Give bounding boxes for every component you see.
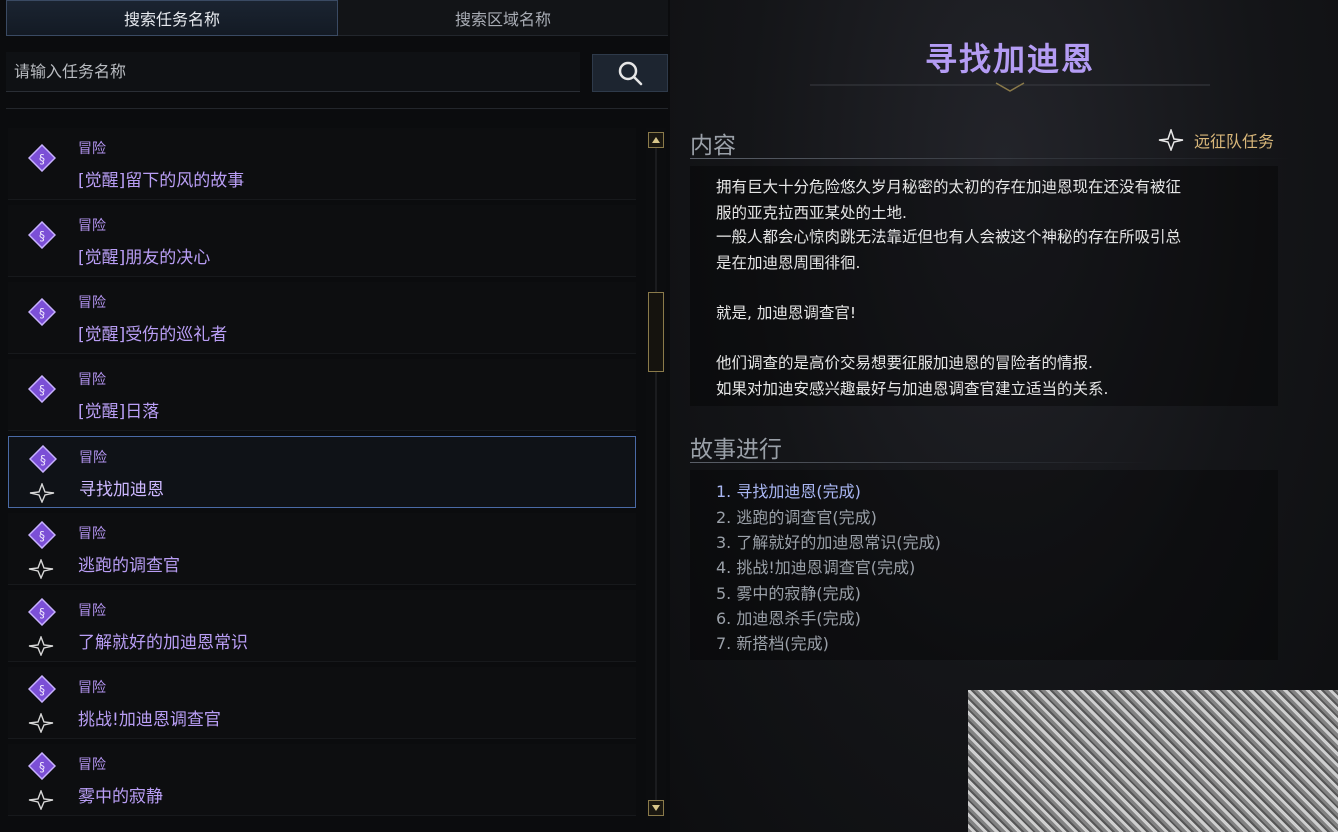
quest-name: [觉醒]日落 [78,402,160,422]
watermark-noise [968,690,1338,832]
quest-badge-icon: § [28,521,56,549]
quest-name: 寻找加迪恩 [79,480,164,500]
quest-name: [觉醒]留下的风的故事 [78,171,245,191]
quest-title: 寻找加迪恩 [924,40,1095,78]
story-step: 5. 雾中的寂静(完成) [716,584,861,603]
content-box: 拥有巨大十分危险悠久岁月秘密的太初的存在加迪恩现在还没有被征 服的亚克拉西亚某处… [690,166,1278,406]
expedition-star-icon [28,559,54,579]
story-step: 6. 加迪恩杀手(完成) [716,609,861,628]
quest-list-item[interactable]: § 冒险 [觉醒]日落 [8,359,636,431]
quest-badge-icon: § [28,144,56,172]
quest-list-scrollbar[interactable] [646,128,666,820]
quest-list-item[interactable]: § 冒险 [觉醒]留下的风的故事 [8,128,636,200]
quest-search-input[interactable] [6,52,580,92]
quest-name: 挑战!加迪恩调查官 [78,710,221,730]
scroll-up-icon [652,137,660,143]
quest-category: 冒险 [79,450,107,466]
expedition-star-icon [28,636,54,656]
detail-header: 寻找加迪恩 [770,0,1250,100]
quest-badge-icon: § [28,752,56,780]
story-step: 1. 寻找加迪恩(完成) [716,482,861,501]
expedition-star-icon [29,483,55,503]
quest-list-item[interactable]: § 冒险 了解就好的加迪恩常识 [8,590,636,662]
svg-text:§: § [39,229,45,243]
expedition-tag: 远征队任务 [1158,128,1274,152]
content-line: 是在加迪恩周围徘徊. [716,254,861,272]
quest-name: [觉醒]朋友的决心 [78,248,211,268]
divider [6,108,668,109]
content-line: 服的亚克拉西亚某处的土地. [716,204,907,222]
quest-list-item[interactable]: § 冒险 雾中的寂静 [8,744,636,816]
scroll-track[interactable] [655,148,657,800]
quest-list-item[interactable]: § 冒险 逃跑的调查官 [8,513,636,585]
content-heading: 内容 [690,133,736,159]
quest-category: 冒险 [78,141,106,157]
expedition-star-icon [1158,129,1184,151]
story-step: 2. 逃跑的调查官(完成) [716,508,877,527]
quest-badge-icon: § [28,675,56,703]
expedition-label: 远征队任务 [1194,132,1275,151]
svg-text:§: § [39,683,45,697]
search-icon [618,61,643,86]
story-heading: 故事进行 [690,437,782,463]
quest-name: [觉醒]受伤的巡礼者 [78,325,228,345]
svg-text:§: § [39,383,45,397]
svg-text:§: § [39,529,45,543]
quest-detail-panel: 寻找加迪恩 内容 远征队任务 拥有巨大十分危险悠久岁月秘密的太初的存在加迪恩现在… [670,0,1338,832]
story-step: 4. 挑战!加迪恩调查官(完成) [716,558,916,577]
quest-category: 冒险 [78,295,106,311]
quest-badge-icon: § [28,221,56,249]
quest-name: 雾中的寂静 [78,787,163,807]
quest-list-item[interactable]: § 冒险 [觉醒]朋友的决心 [8,205,636,277]
content-line: 如果对加迪安感兴趣最好与加迪恩调查官建立适当的关系. [716,380,1109,398]
quest-category: 冒险 [78,526,106,542]
quest-category: 冒险 [78,757,106,773]
svg-text:§: § [39,606,45,620]
scroll-down-icon [652,805,660,811]
content-line: 一般人都会心惊肉跳无法靠近但也有人会被这个神秘的存在所吸引总 [716,228,1182,246]
scroll-up-button[interactable] [648,132,664,148]
quest-badge-icon: § [29,445,57,473]
tab-search-area[interactable]: 搜索区域名称 [338,0,668,36]
quest-list-item[interactable]: § 冒险 [觉醒]受伤的巡礼者 [8,282,636,354]
svg-text:§: § [39,152,45,166]
quest-list-item[interactable]: § 冒险 挑战!加迪恩调查官 [8,667,636,739]
search-bar [6,52,668,94]
svg-text:§: § [39,760,45,774]
quest-name: 了解就好的加迪恩常识 [78,633,248,653]
content-heading-line [690,158,1290,159]
search-button[interactable] [592,54,668,92]
svg-text:§: § [39,306,45,320]
search-tabs: 搜索任务名称 搜索区域名称 [6,0,668,36]
svg-text:§: § [40,453,46,467]
quest-category: 冒险 [78,372,106,388]
scroll-thumb[interactable] [648,292,664,372]
quest-category: 冒险 [78,218,106,234]
story-progress: 1. 寻找加迪恩(完成) 2. 逃跑的调查官(完成) 3. 了解就好的加迪恩常识… [690,470,1278,660]
expedition-star-icon [28,713,54,733]
quest-category: 冒险 [78,603,106,619]
quest-name: 逃跑的调查官 [78,556,180,576]
quest-badge-icon: § [28,375,56,403]
quest-list: § 冒险 [觉醒]留下的风的故事 § 冒险 [觉醒]朋友的决心 § 冒险 [觉醒… [8,128,636,820]
story-step: 7. 新搭档(完成) [716,634,829,653]
quest-badge-icon: § [28,598,56,626]
quest-list-item-selected[interactable]: § 冒险 寻找加迪恩 [8,436,636,508]
content-line: 就是, 加迪恩调查官! [716,304,857,322]
expedition-star-icon [28,790,54,810]
scroll-down-button[interactable] [648,800,664,816]
quest-badge-icon: § [28,298,56,326]
story-step: 3. 了解就好的加迪恩常识(完成) [716,533,941,552]
ornament-divider-icon [810,82,1210,92]
content-line: 拥有巨大十分危险悠久岁月秘密的太初的存在加迪恩现在还没有被征 [716,178,1182,196]
quest-list-panel: 搜索任务名称 搜索区域名称 § 冒险 [觉醒]留下的风的故事 § 冒险 [觉醒]… [0,0,670,832]
quest-category: 冒险 [78,680,106,696]
tab-search-quest[interactable]: 搜索任务名称 [6,0,338,36]
story-heading-line [690,462,1150,463]
content-line: 他们调查的是高价交易想要征服加迪恩的冒险者的情报. [716,354,1093,372]
